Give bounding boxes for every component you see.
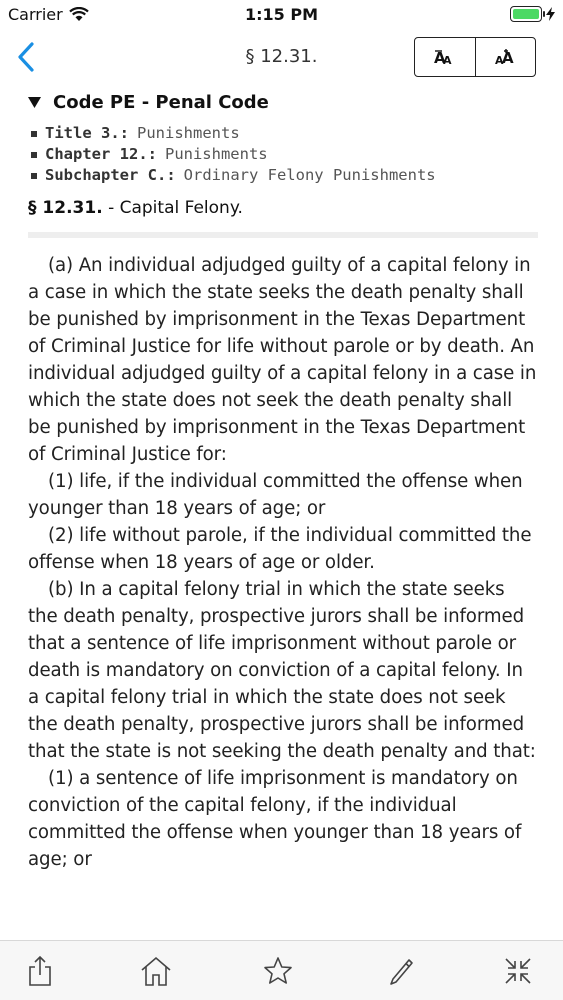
favorite-button[interactable] bbox=[260, 953, 296, 989]
font-decrease-button[interactable]: A A bbox=[415, 38, 475, 76]
breadcrumb-subchapter[interactable]: Subchapter C.: Ordinary Felony Punishmen… bbox=[28, 165, 538, 186]
star-icon bbox=[264, 957, 292, 984]
status-time: 1:15 PM bbox=[244, 5, 318, 24]
paragraph: (b) In a capital felony trial in which t… bbox=[28, 579, 536, 762]
breadcrumb-key: Title 3.: bbox=[45, 124, 129, 142]
breadcrumb-value: Punishments bbox=[164, 145, 268, 163]
home-icon bbox=[141, 956, 171, 986]
svg-text:A: A bbox=[502, 49, 514, 67]
breadcrumb-value: Punishments bbox=[137, 124, 240, 142]
statute-text: (a) An individual adjudged guilty of a c… bbox=[28, 252, 538, 873]
breadcrumb-chapter[interactable]: Chapter 12.: Punishments bbox=[28, 144, 538, 165]
code-header[interactable]: Code PE - Penal Code bbox=[28, 92, 538, 113]
font-increase-icon: A A bbox=[495, 49, 514, 67]
paragraph: (1) a sentence of life imprisonment is m… bbox=[28, 768, 522, 870]
section-title: - Capital Felony. bbox=[108, 198, 243, 218]
annotate-button[interactable] bbox=[382, 953, 418, 989]
home-button[interactable] bbox=[138, 953, 174, 989]
charging-icon bbox=[546, 7, 555, 21]
breadcrumb-value: Ordinary Felony Punishments bbox=[183, 166, 436, 184]
statute-content: Code PE - Penal Code Title 3.: Punishmen… bbox=[28, 92, 538, 873]
bullet-icon bbox=[31, 130, 37, 137]
share-icon bbox=[29, 955, 51, 986]
battery-icon bbox=[510, 6, 545, 22]
bullet-icon bbox=[31, 172, 37, 179]
breadcrumb: Title 3.: Punishments Chapter 12.: Punis… bbox=[28, 123, 538, 186]
section-heading: § 12.31. - Capital Felony. bbox=[28, 198, 538, 238]
section-number: § 12.31. bbox=[28, 198, 103, 218]
pencil-icon bbox=[390, 959, 413, 985]
font-increase-button[interactable]: A A bbox=[474, 38, 536, 76]
paragraph: (1) life, if the individual committed th… bbox=[28, 471, 523, 519]
disclosure-triangle-icon bbox=[28, 97, 41, 108]
collapse-button[interactable] bbox=[500, 953, 536, 989]
status-bar: Carrier 1:15 PM bbox=[0, 0, 563, 30]
font-decrease-icon: A A bbox=[434, 49, 452, 67]
nav-bar: § 12.31. A A A A bbox=[0, 30, 563, 84]
font-size-controls: A A A A bbox=[414, 37, 536, 77]
paragraph: (a) An individual adjudged guilty of a c… bbox=[28, 255, 537, 465]
bullet-icon bbox=[31, 151, 37, 158]
bottom-toolbar bbox=[0, 940, 563, 1000]
collapse-icon bbox=[505, 958, 531, 984]
breadcrumb-key: Subchapter C.: bbox=[45, 166, 176, 184]
svg-text:A: A bbox=[443, 54, 452, 67]
status-right bbox=[510, 6, 555, 22]
breadcrumb-title[interactable]: Title 3.: Punishments bbox=[28, 123, 538, 144]
share-button[interactable] bbox=[22, 953, 58, 989]
breadcrumb-key: Chapter 12.: bbox=[45, 145, 157, 163]
paragraph: (2) life without parole, if the individu… bbox=[28, 525, 532, 573]
code-label: Code PE - Penal Code bbox=[53, 92, 269, 113]
